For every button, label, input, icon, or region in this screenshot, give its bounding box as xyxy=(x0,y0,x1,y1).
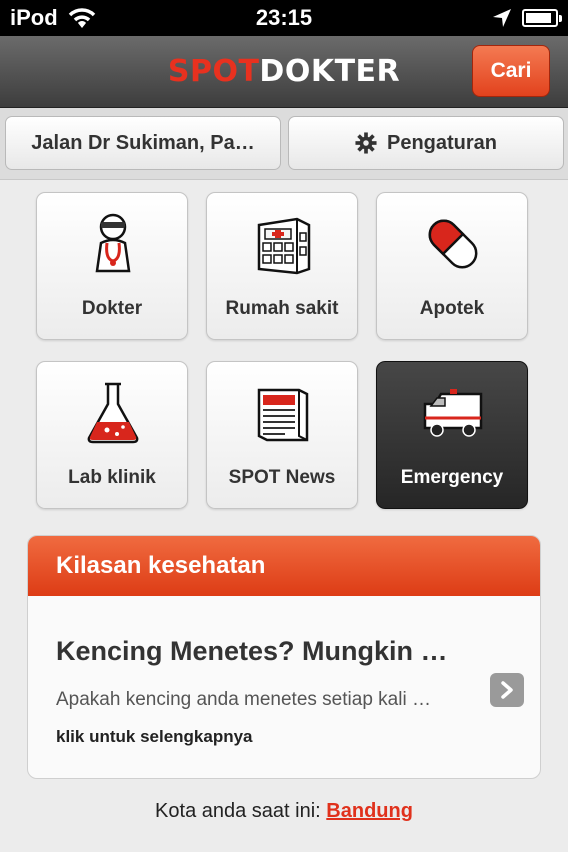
tile-dokter[interactable]: Dokter xyxy=(36,192,188,340)
chevron-right-icon[interactable] xyxy=(490,673,524,707)
settings-button[interactable]: Pengaturan xyxy=(288,116,564,170)
news-title[interactable]: Kencing Menetes? Mungkin … xyxy=(56,636,496,667)
tile-label: Rumah sakit xyxy=(225,298,339,319)
status-bar: iPod 23:15 xyxy=(0,0,568,36)
tile-label: Dokter xyxy=(81,298,143,319)
pill-icon xyxy=(428,219,478,269)
tile-label: Emergency xyxy=(400,467,504,488)
settings-label: Pengaturan xyxy=(386,131,498,154)
newspaper-icon xyxy=(257,388,309,442)
city-link[interactable]: Bandung xyxy=(326,800,413,822)
flask-icon xyxy=(87,382,139,444)
location-button[interactable]: Jalan Dr Sukiman, Pa… xyxy=(5,116,281,170)
news-card[interactable]: Kilasan kesehatan Kencing Menetes? Mungk… xyxy=(27,535,541,779)
gear-icon xyxy=(355,132,377,154)
toolbar: Jalan Dr Sukiman, Pa… Pengaturan xyxy=(0,108,568,180)
battery-icon xyxy=(522,9,562,27)
status-right xyxy=(492,8,562,28)
logo-dokter: DOKTER xyxy=(259,54,401,89)
doctor-icon xyxy=(95,213,131,273)
tile-label: Apotek xyxy=(419,298,485,319)
tile-label: Lab klinik xyxy=(68,467,156,488)
logo-spot: SPOT xyxy=(167,54,260,89)
location-arrow-icon xyxy=(493,9,511,27)
city-label: Kota anda saat ini: xyxy=(155,800,321,822)
tile-apotek[interactable]: Apotek xyxy=(376,192,528,340)
tile-spot-news[interactable]: SPOT News xyxy=(206,361,358,509)
wifi-icon xyxy=(68,8,95,28)
news-header: Kilasan kesehatan xyxy=(28,536,540,596)
carrier-label: iPod xyxy=(10,5,58,30)
tile-label: SPOT News xyxy=(228,467,336,488)
status-left: iPod xyxy=(10,5,96,31)
battery-fill xyxy=(526,13,552,23)
news-more-link[interactable]: klik untuk selengkapnya xyxy=(56,727,253,747)
news-snippet: Apakah kencing anda menetes setiap kali … xyxy=(56,689,431,710)
search-button[interactable]: Cari xyxy=(472,45,550,97)
nav-bar: SPOTDOKTER Cari xyxy=(0,36,568,108)
tile-rumah-sakit[interactable]: Rumah sakit xyxy=(206,192,358,340)
footer: Kota anda saat ini: Bandung xyxy=(0,800,568,823)
tile-lab-klinik[interactable]: Lab klinik xyxy=(36,361,188,509)
hospital-icon xyxy=(257,217,311,275)
location-label: Jalan Dr Sukiman, Pa… xyxy=(31,131,255,154)
ambulance-icon xyxy=(423,389,483,437)
tile-emergency[interactable]: Emergency xyxy=(376,361,528,509)
